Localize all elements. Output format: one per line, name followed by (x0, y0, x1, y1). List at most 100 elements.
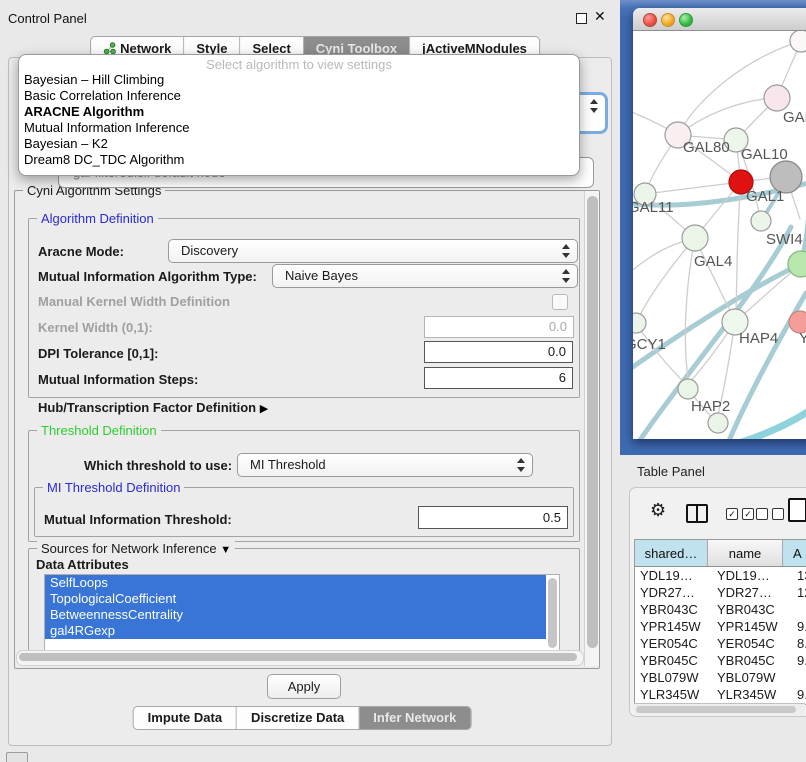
manual-kernel-checkbox[interactable] (552, 294, 568, 310)
mi-threshold-title: MI Threshold Definition (43, 480, 184, 495)
table-row[interactable]: YLR345WYLR345W9. (635, 686, 806, 703)
column-header[interactable]: A (783, 540, 806, 566)
table-cell[interactable]: 12 (791, 584, 806, 601)
table-cell[interactable]: YDR27… (712, 584, 791, 601)
table-row[interactable]: YBL079WYBL079W (635, 669, 806, 686)
data-attributes-list[interactable]: SelfLoops TopologicalCoefficient Between… (44, 574, 560, 654)
mit-label: Mutual Information Threshold: (44, 512, 232, 527)
spinner-icon (561, 269, 570, 283)
window-close-button[interactable] (643, 13, 657, 27)
dropdown-item[interactable]: Mutual Information Inference (19, 120, 579, 136)
network-node[interactable] (708, 413, 728, 433)
table-cell[interactable]: YPR145W (635, 618, 712, 635)
table-cell[interactable]: YDR27… (635, 584, 712, 601)
list-item[interactable]: SelfLoops (45, 575, 546, 591)
gear-icon[interactable]: ⚙ (650, 501, 666, 519)
list-item[interactable]: gal4RGexp (45, 623, 546, 639)
list-item[interactable]: BetweennessCentrality (45, 607, 546, 623)
table-cell[interactable]: YLR345W (712, 686, 791, 703)
column-header[interactable]: name (708, 540, 783, 566)
settings-horizontal-scrollbar[interactable] (16, 650, 584, 666)
table-cell[interactable]: YER054C (635, 635, 712, 652)
aracne-mode-combobox[interactable]: Discovery (168, 239, 578, 263)
mi-steps-field[interactable]: 6 (424, 367, 573, 389)
tab-impute-data[interactable]: Impute Data (134, 707, 236, 729)
table-cell[interactable]: 13 (791, 567, 806, 584)
table-row[interactable]: YBR043CYBR043C (635, 601, 806, 618)
dropdown-item[interactable]: Dream8 DC_TDC Algorithm (19, 152, 579, 168)
settings-vertical-scrollbar[interactable] (584, 191, 599, 666)
network-node[interactable] (764, 85, 790, 111)
table-cell[interactable]: YBL079W (712, 669, 791, 686)
dropdown-item-selected[interactable]: ARACNE Algorithm (19, 104, 579, 120)
control-panel-title: Control Panel (8, 11, 87, 26)
node-label: GAL11 (633, 199, 674, 216)
column-header[interactable]: shared… (635, 540, 708, 566)
table-cell[interactable]: 9. (791, 686, 806, 703)
select-all-columns-icon[interactable]: ✓ ✓ (726, 508, 754, 520)
dropdown-item[interactable]: Bayesian – K2 (19, 136, 579, 152)
hub-definition-toggle[interactable]: Hub/Transcription Factor Definition ▶ (38, 400, 268, 415)
network-canvas[interactable]: GALGAL80GAL10GAL1GAL11SWI4GAL4GCY1HAP4YH… (633, 31, 806, 439)
split-view-icon[interactable] (686, 504, 708, 523)
table-cell[interactable]: 8. (791, 635, 806, 652)
tab-discretize-data[interactable]: Discretize Data (236, 707, 358, 729)
table-cell[interactable]: YDL19… (712, 567, 791, 584)
table-cell[interactable] (791, 669, 806, 686)
dropdown-item[interactable]: Bayesian – Hill Climbing (19, 72, 579, 88)
table-cell[interactable]: YDL19… (635, 567, 712, 584)
which-threshold-combobox[interactable]: MI Threshold (237, 453, 533, 477)
network-edge[interactable] (633, 264, 801, 371)
table-cell[interactable]: YER054C (712, 635, 791, 652)
table-row[interactable]: YDL19…YDL19…13 (635, 567, 806, 584)
node-label: GCY1 (633, 336, 666, 353)
mit-field[interactable]: 0.5 (418, 506, 568, 529)
dpi-tolerance-field[interactable]: 0.0 (424, 341, 573, 363)
manual-kernel-label: Manual Kernel Width Definition (38, 294, 230, 309)
window-minimize-button[interactable] (661, 13, 675, 27)
sources-toggle[interactable]: Sources for Network Inference ▼ (37, 541, 235, 556)
apply-button[interactable]: Apply (267, 674, 341, 699)
network-node[interactable] (751, 211, 771, 231)
table-row[interactable]: YDR27…YDR27…12 (635, 584, 806, 601)
minimized-panel-button[interactable] (6, 752, 28, 762)
kernel-width-field[interactable]: 0.0 (424, 316, 574, 338)
table-cell[interactable]: 9. (791, 618, 806, 635)
mi-type-label: Mutual Information Algorithm Type: (38, 269, 257, 284)
caret-down-icon[interactable]: ▼ (220, 544, 231, 556)
table-row[interactable]: YPR145WYPR145W9. (635, 618, 806, 635)
network-edge[interactable] (645, 182, 741, 194)
table-cell[interactable]: YBL079W (635, 669, 712, 686)
unchecked-box-icon (756, 508, 768, 520)
network-node[interactable] (633, 313, 646, 333)
table-row[interactable]: YBR045CYBR045C9. (635, 652, 806, 669)
close-icon[interactable]: ✕ (594, 8, 606, 25)
network-node[interactable] (678, 379, 698, 399)
network-node[interactable] (790, 31, 806, 52)
table-cell[interactable]: YBR045C (635, 652, 712, 669)
deselect-all-columns-icon[interactable] (756, 508, 784, 520)
network-window-titlebar[interactable] (633, 8, 806, 31)
table-cell[interactable]: YBR043C (712, 601, 791, 618)
table-horizontal-scrollbar[interactable] (634, 703, 805, 715)
dropdown-item[interactable]: Basic Correlation Inference (19, 88, 579, 104)
tab-infer-network[interactable]: Infer Network (358, 707, 470, 729)
table-card: ⚙ ✓ ✓ shared… name A YDL19…YDL19…13YDR27… (629, 487, 806, 717)
table-row[interactable]: YER054CYER054C8. (635, 635, 806, 652)
network-edge[interactable] (678, 98, 777, 135)
mi-type-combobox[interactable]: Naive Bayes (272, 264, 578, 288)
network-node[interactable] (682, 225, 708, 251)
table-cell[interactable]: YLR345W (635, 686, 712, 703)
list-item[interactable]: TopologicalCoefficient (45, 591, 546, 607)
table-cell[interactable]: YBR045C (712, 652, 791, 669)
network-svg[interactable]: GALGAL80GAL10GAL1GAL11SWI4GAL4GCY1HAP4YH… (633, 31, 806, 439)
list-scrollbar[interactable] (548, 578, 557, 648)
table-cell[interactable] (791, 601, 806, 618)
table-cell[interactable]: YPR145W (712, 618, 791, 635)
table-cell[interactable]: 9. (791, 652, 806, 669)
document-icon[interactable] (788, 498, 806, 522)
window-zoom-button[interactable] (679, 13, 693, 27)
table-cell[interactable]: YBR043C (635, 601, 712, 618)
caret-right-icon[interactable]: ▶ (260, 403, 268, 415)
float-window-icon[interactable] (576, 13, 587, 24)
